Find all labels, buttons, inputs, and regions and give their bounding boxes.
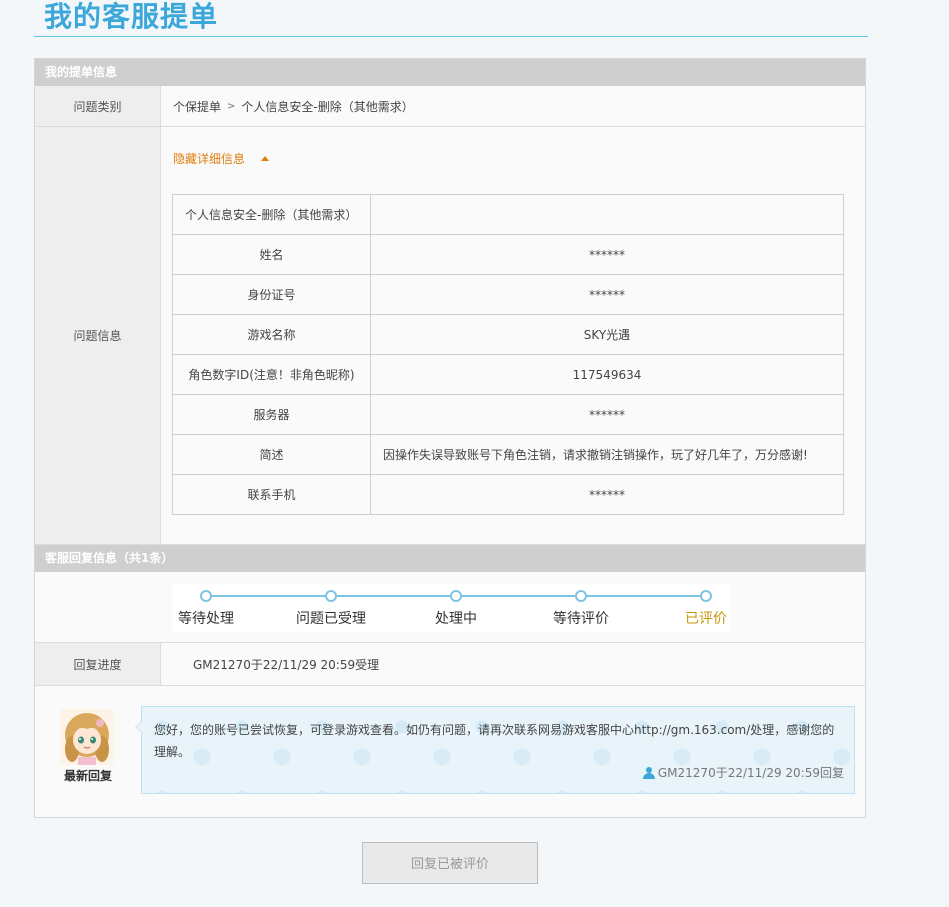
reply-meta: GM21270于22/11/29 20:59回复: [642, 764, 844, 781]
field-key: 角色数字ID(注意！非角色昵称): [172, 354, 371, 395]
progress-step-label: 处理中: [435, 611, 477, 627]
table-row: 角色数字ID(注意！非角色昵称) 117549634: [172, 354, 844, 395]
issue-label: 问题信息: [35, 127, 161, 544]
category-path-1: 个保提单: [173, 99, 222, 114]
title-divider: [34, 36, 868, 37]
toggle-details-label: 隐藏详细信息: [173, 152, 246, 166]
caret-up-icon: [261, 156, 270, 161]
progress-step-dot: [450, 590, 462, 602]
table-row: 游戏名称 SKY光遇: [172, 314, 844, 355]
reply-bubble: 您好，您的账号已尝试恢复，可登录游戏查看。如仍有问题，请再次联系网易游戏客服中心…: [135, 706, 855, 794]
table-header-empty: [370, 194, 844, 235]
avatar-girl-icon: [60, 709, 114, 765]
table-row: 服务器 ******: [172, 394, 844, 435]
field-key: 姓名: [172, 234, 371, 275]
table-row: 身份证号 ******: [172, 274, 844, 315]
progress-step-label: 已评价: [685, 611, 727, 627]
table-row: 联系手机 ******: [172, 474, 844, 515]
progress-step-dot: [200, 590, 212, 602]
progress-step-dot: [575, 590, 587, 602]
field-value: 因操作失误导致账号下角色注销，请求撤销注销操作，玩了好几年了，万分感谢!: [370, 434, 844, 475]
table-header-row: 个人信息安全-删除（其他需求）: [172, 194, 844, 235]
page-title: 我的客服提单: [44, 0, 219, 33]
category-path-2: 个人信息安全-删除（其他需求）: [241, 99, 414, 114]
progress-step-dot: [700, 590, 712, 602]
reply-progress-row: 回复进度 GM21270于22/11/29 20:59受理: [35, 643, 865, 686]
user-icon: [642, 766, 655, 779]
reply-progress-label: 回复进度: [35, 643, 161, 685]
table-row: 姓名 ******: [172, 234, 844, 275]
reply-text: 您好，您的账号已尝试恢复，可登录游戏查看。如仍有问题，请再次联系网易游戏客服中心…: [154, 723, 835, 759]
field-key: 简述: [172, 434, 371, 475]
progress-step-dot: [325, 590, 337, 602]
field-key: 服务器: [172, 394, 371, 435]
progress-step-label: 等待评价: [553, 611, 609, 627]
toggle-details-link[interactable]: 隐藏详细信息: [173, 150, 270, 167]
category-value: 个保提单 > 个人信息安全-删除（其他需求）: [173, 86, 414, 126]
breadcrumb-separator: >: [227, 100, 236, 112]
reply-meta-text: GM21270于22/11/29 20:59回复: [657, 766, 844, 780]
category-row: 问题类别 个保提单 > 个人信息安全-删除（其他需求）: [35, 86, 865, 127]
field-key: 游戏名称: [172, 314, 371, 355]
progress-step-label: 问题已受理: [296, 611, 366, 627]
ticket-panel: 我的提单信息 问题类别 个保提单 > 个人信息安全-删除（其他需求） 问题信息 …: [34, 58, 866, 818]
avatar: [60, 709, 114, 765]
field-value: 117549634: [370, 354, 844, 395]
progress-tracker: 等待处理 问题已受理 处理中 等待评价 已评价: [172, 584, 730, 632]
table-row: 简述 因操作失误导致账号下角色注销，请求撤销注销操作，玩了好几年了，万分感谢!: [172, 434, 844, 475]
category-label: 问题类别: [35, 86, 161, 126]
progress-step-label: 等待处理: [178, 611, 234, 627]
issue-detail-table: 个人信息安全-删除（其他需求） 姓名 ****** 身份证号 ****** 游戏名称 SK…: [172, 194, 844, 515]
field-key: 身份证号: [172, 274, 371, 315]
field-value: ******: [370, 234, 844, 275]
ticket-info-header: 我的提单信息: [35, 59, 865, 86]
table-header-cell: 个人信息安全-删除（其他需求）: [172, 194, 371, 235]
field-value: ******: [370, 394, 844, 435]
field-value: SKY光遇: [370, 314, 844, 355]
bubble-arrow: [135, 721, 142, 733]
reply-info-header: 客服回复信息（共1条）: [35, 545, 865, 572]
field-key: 联系手机: [172, 474, 371, 515]
avatar-caption: 最新回复: [63, 769, 112, 783]
latest-reply-block: 最新回复 您好，您的账号已尝试恢复，可登录游戏查看。如仍有问题，请再次联系网易游…: [35, 686, 865, 817]
rated-button[interactable]: 回复已被评价: [362, 842, 538, 884]
reply-progress-value: GM21270于22/11/29 20:59受理: [193, 657, 380, 672]
field-value: ******: [370, 474, 844, 515]
field-value: ******: [370, 274, 844, 315]
